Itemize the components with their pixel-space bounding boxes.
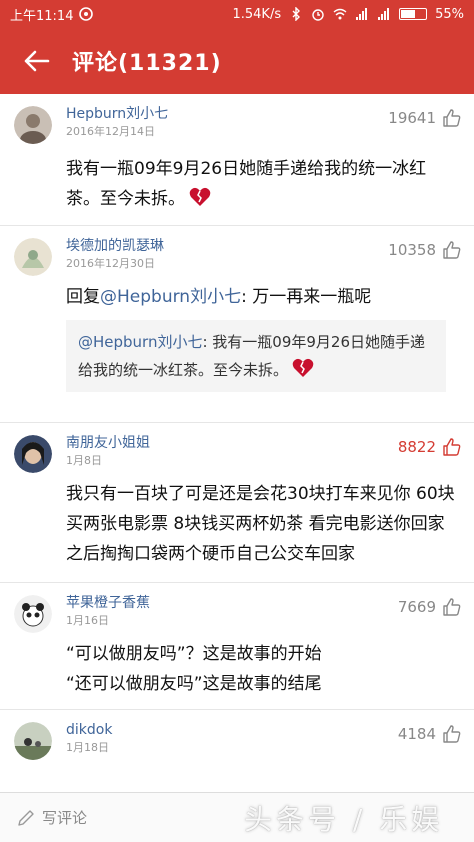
like-count: 19641 [388,109,436,127]
like-button[interactable]: 8822 [398,437,462,457]
like-count: 10358 [388,241,436,259]
thumbs-up-icon [443,109,461,127]
comment-item: 埃德加的凯瑟琳 2016年12月30日 10358 回复@Hepburn刘小七:… [0,226,474,423]
pencil-icon [18,809,34,826]
quote-mention[interactable]: @Hepburn刘小七 [78,333,202,351]
app-header: 评论(11321) [0,28,474,94]
avatar[interactable] [14,106,52,144]
network-speed: 1.54K/s [232,6,282,22]
bluetooth-icon [292,7,301,21]
wifi-icon [333,8,347,20]
comment-item: Hepburn刘小七 2016年12月14日 19641 我有一瓶09年9月26… [0,94,474,226]
write-comment-label: 写评论 [42,809,88,827]
comment-item: 南朋友小姐姐 1月8日 8822 我只有一百块了可是还是会花30块打车来见你 6… [0,423,474,583]
back-button[interactable] [0,28,72,94]
status-bar: 上午11:14 1.54K/s 55% [0,0,474,28]
avatar[interactable] [14,238,52,276]
broken-heart-icon [292,358,314,377]
broken-heart-icon [189,187,211,206]
avatar[interactable] [14,722,52,760]
reply-mention[interactable]: @Hepburn刘小七 [100,287,241,307]
signal-icon-2 [378,8,390,20]
avatar[interactable] [14,595,52,633]
netease-news-icon [79,7,94,21]
like-button[interactable]: 4184 [398,724,462,744]
comment-text: 我只有一百块了可是还是会花30块打车来见你 60块买两张电影票 8块钱买两杯奶茶… [66,484,455,564]
write-comment-button[interactable]: 写评论 [16,807,87,828]
alarm-icon [312,9,324,21]
like-count: 7669 [397,598,436,616]
comment-item: 苹果橙子香蕉 1月16日 7669 “可以做朋友吗”？这是故事的开始 “还可以做… [0,583,474,710]
thumbs-up-icon [443,241,461,259]
avatar[interactable] [14,435,52,473]
page-title: 评论(11321) [72,51,222,76]
like-count: 8822 [397,438,436,456]
arrow-left-icon [24,50,50,72]
bottom-bar: 写评论 [0,792,474,842]
comment-text: 回复@Hepburn刘小七: 万一再来一瓶呢 [66,287,372,307]
signal-icon [356,8,368,20]
comment-text: 我有一瓶09年9月26日她随手递给我的统一冰红茶。至今未拆。 [66,159,427,209]
comment-item: dikdok 1月18日 4184 [0,710,474,792]
status-time: 上午11:14 [10,8,74,24]
like-button[interactable]: 7669 [398,597,462,617]
comment-list: Hepburn刘小七 2016年12月14日 19641 我有一瓶09年9月26… [0,94,474,792]
comment-text: “可以做朋友吗”？这是故事的开始 “还可以做朋友吗”这是故事的结尾 [66,644,322,694]
thumbs-up-icon [443,725,461,743]
like-button[interactable]: 10358 [388,240,462,260]
battery-icon [399,8,428,20]
like-count: 4184 [397,725,436,743]
like-button[interactable]: 19641 [388,108,462,128]
thumbs-up-icon [443,438,461,456]
quoted-comment[interactable]: @Hepburn刘小七: 我有一瓶09年9月26日她随手递给我的统一冰红茶。至今… [66,320,446,392]
thumbs-up-icon [443,598,461,616]
battery-level: 55% [435,6,464,22]
